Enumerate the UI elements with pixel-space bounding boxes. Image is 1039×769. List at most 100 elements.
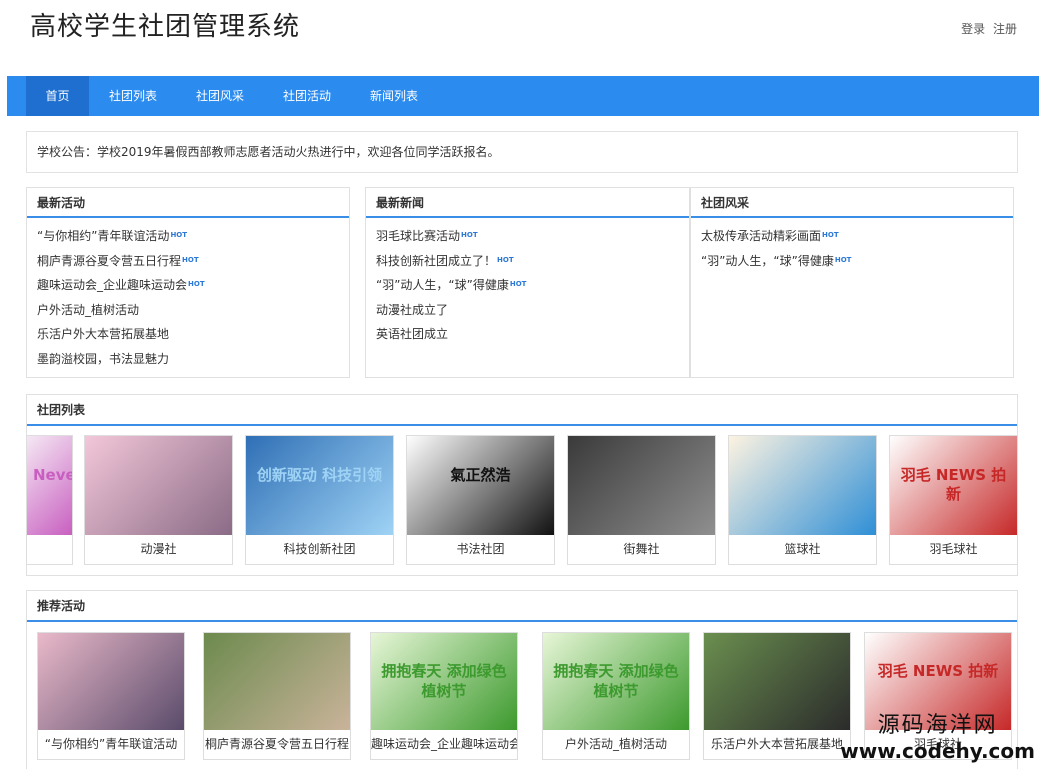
image-card[interactable]: 拥抱春天 添加绿色 植树节趣味运动会_企业趣味运动会 (370, 632, 518, 760)
latest-news-list: 羽毛球比赛活动HOT 科技创新社团成立了！HOT “羽”动人生，“球”得健康HOT 动… (366, 218, 689, 347)
main-nav: 首页 社团列表 社团风采 社团活动 新闻列表 (7, 76, 1039, 116)
nav-club-activities[interactable]: 社团活动 (273, 76, 341, 116)
nav-club-list[interactable]: 社团列表 (99, 76, 167, 116)
list-item-title: 英语社团成立 (376, 327, 449, 341)
nav-club-style[interactable]: 社团风采 (186, 76, 254, 116)
list-item[interactable]: 太极传承活动精彩画面HOT (701, 224, 1003, 249)
watermark-line1: 源码海洋网 (877, 713, 998, 738)
panel-title: 最新新闻 (366, 188, 689, 218)
hot-badge: HOT (188, 280, 205, 288)
login-link[interactable]: 登录 (961, 22, 985, 36)
card-image: 创新驱动 科技引领 (246, 436, 393, 535)
list-item-title: 户外活动_植树活动 (37, 302, 140, 317)
section-title: 推荐活动 (27, 591, 1017, 622)
card-caption: 羽毛球社 (929, 542, 978, 556)
card-image-text: 创新驱动 科技引领 (256, 465, 383, 484)
card-image: Never (27, 436, 72, 535)
list-item[interactable]: 户外活动_植树活动 (37, 298, 339, 323)
list-item[interactable]: “羽”动人生，“球”得健康HOT (701, 249, 1003, 274)
card-image-text: 羽毛 NEWS 拍新 (877, 662, 999, 681)
image-card[interactable]: 街舞社 (567, 435, 716, 565)
image-card[interactable]: 羽毛 NEWS 拍新羽毛球社 (889, 435, 1018, 565)
image-card[interactable]: 氣正然浩 书法社团 (406, 435, 555, 565)
card-caption: 桐庐青源谷夏令营五日行程 (204, 737, 349, 751)
list-item[interactable]: 桐庐青源谷夏令营五日行程HOT (37, 249, 339, 274)
card-caption: 乐活户外大本营拓展基地 (710, 737, 843, 751)
card-caption: 科技创新社团 (283, 542, 356, 556)
section-title: 社团列表 (27, 395, 1017, 426)
hot-badge: HOT (170, 231, 188, 239)
list-item-title: 科技创新社团成立了！ (376, 253, 497, 268)
card-caption: “与你相约”青年联谊活动 (44, 737, 178, 751)
list-item-title: 墨韵溢校园，书法显魅力 (37, 351, 170, 366)
list-item[interactable]: 羽毛球比赛活动HOT (376, 224, 679, 249)
list-item[interactable]: “与你相约”青年联谊活动HOT (37, 224, 339, 249)
list-item[interactable]: 动漫社成立了 (376, 298, 679, 323)
card-image: 拥抱春天 添加绿色 植树节 (371, 633, 517, 730)
card-image (204, 633, 350, 730)
list-item[interactable]: 乐活户外大本营拓展基地 (37, 322, 339, 347)
card-image (38, 633, 184, 730)
list-item-title: “与你相约”青年联谊活动 (37, 229, 170, 243)
list-item-title: 趣味运动会_企业趣味运动会 (37, 278, 188, 292)
image-card[interactable]: 动漫社 (84, 435, 233, 565)
card-image (568, 436, 715, 535)
hot-badge: HOT (497, 255, 514, 264)
list-item[interactable]: 墨韵溢校园，书法显魅力 (37, 347, 339, 372)
image-card[interactable]: 创新驱动 科技引领科技创新社团 (245, 435, 394, 565)
watermark: 源码海洋网 www.codehy.com (840, 707, 1035, 763)
site-title: 高校学生社团管理系统 (30, 12, 301, 42)
card-image-text: 氣正然浩 (450, 465, 511, 484)
watermark-line2: www.codehy.com (840, 739, 1035, 763)
club-style-panel: 社团风采 太极传承活动精彩画面HOT “羽”动人生，“球”得健康HOT (690, 187, 1014, 378)
card-image-text: 羽毛 NEWS 拍新 (900, 465, 1007, 504)
card-image-text: Never (33, 465, 72, 484)
list-item-title: 动漫社成立了 (376, 302, 449, 317)
card-caption: 趣味运动会_企业趣味运动会 (371, 737, 517, 751)
register-link[interactable]: 注册 (993, 22, 1017, 36)
card-image (704, 633, 850, 730)
list-item-title: 桐庐青源谷夏令营五日行程 (37, 253, 182, 268)
latest-activities-list: “与你相约”青年联谊活动HOT 桐庐青源谷夏令营五日行程HOT 趣味运动会_企业趣味… (27, 218, 349, 371)
school-notice: 学校公告：学校2019年暑假西部教师志愿者活动火热进行中，欢迎各位同学活跃报名。 (26, 131, 1018, 173)
card-image: 氣正然浩 (407, 436, 554, 535)
nav-news-list[interactable]: 新闻列表 (360, 76, 428, 116)
nav-home[interactable]: 首页 (26, 76, 89, 116)
card-caption (27, 534, 72, 564)
list-item[interactable]: 趣味运动会_企业趣味运动会HOT (37, 273, 339, 298)
panel-title: 最新活动 (27, 188, 349, 218)
image-card[interactable]: Never (26, 435, 73, 565)
hot-badge: HOT (509, 280, 527, 288)
card-caption: 篮球社 (784, 542, 821, 556)
card-image-text: 拥抱春天 添加绿色 植树节 (381, 662, 507, 700)
latest-news-panel: 最新新闻 羽毛球比赛活动HOT 科技创新社团成立了！HOT “羽”动人生，“球”得健… (365, 187, 690, 378)
image-card[interactable]: “与你相约”青年联谊活动 (37, 632, 185, 760)
list-item[interactable]: “羽”动人生，“球”得健康HOT (376, 273, 679, 298)
card-caption: 户外活动_植树活动 (564, 737, 667, 751)
card-caption: 街舞社 (623, 542, 660, 556)
panel-title: 社团风采 (691, 188, 1013, 218)
list-item-title: “羽”动人生，“球”得健康 (701, 253, 834, 268)
list-item-title: 乐活户外大本营拓展基地 (37, 327, 170, 341)
image-card[interactable]: 拥抱春天 添加绿色 植树节户外活动_植树活动 (542, 632, 690, 760)
card-caption: 书法社团 (456, 542, 505, 556)
hot-badge: HOT (461, 231, 478, 239)
card-image-text: 拥抱春天 添加绿色 植树节 (553, 662, 679, 700)
image-card[interactable]: 篮球社 (728, 435, 877, 565)
card-image: 拥抱春天 添加绿色 植树节 (543, 633, 689, 730)
hot-badge: HOT (834, 255, 852, 264)
latest-activities-panel: 最新活动 “与你相约”青年联谊活动HOT 桐庐青源谷夏令营五日行程HOT 趣味运动会… (26, 187, 350, 378)
card-image (729, 436, 876, 535)
list-item-title: “羽”动人生，“球”得健康 (376, 278, 509, 292)
auth-links: 登录 注册 (957, 20, 1017, 37)
card-image (85, 436, 232, 535)
card-image: 羽毛 NEWS 拍新 (890, 436, 1017, 535)
club-style-list: 太极传承活动精彩画面HOT “羽”动人生，“球”得健康HOT (691, 218, 1013, 273)
list-item[interactable]: 科技创新社团成立了！HOT (376, 249, 679, 274)
image-card[interactable]: 乐活户外大本营拓展基地 (703, 632, 851, 760)
hot-badge: HOT (822, 231, 839, 239)
list-item-title: 羽毛球比赛活动 (376, 229, 461, 243)
list-item[interactable]: 英语社团成立 (376, 322, 679, 347)
list-item-title: 太极传承活动精彩画面 (701, 229, 822, 243)
image-card[interactable]: 桐庐青源谷夏令营五日行程 (203, 632, 351, 760)
